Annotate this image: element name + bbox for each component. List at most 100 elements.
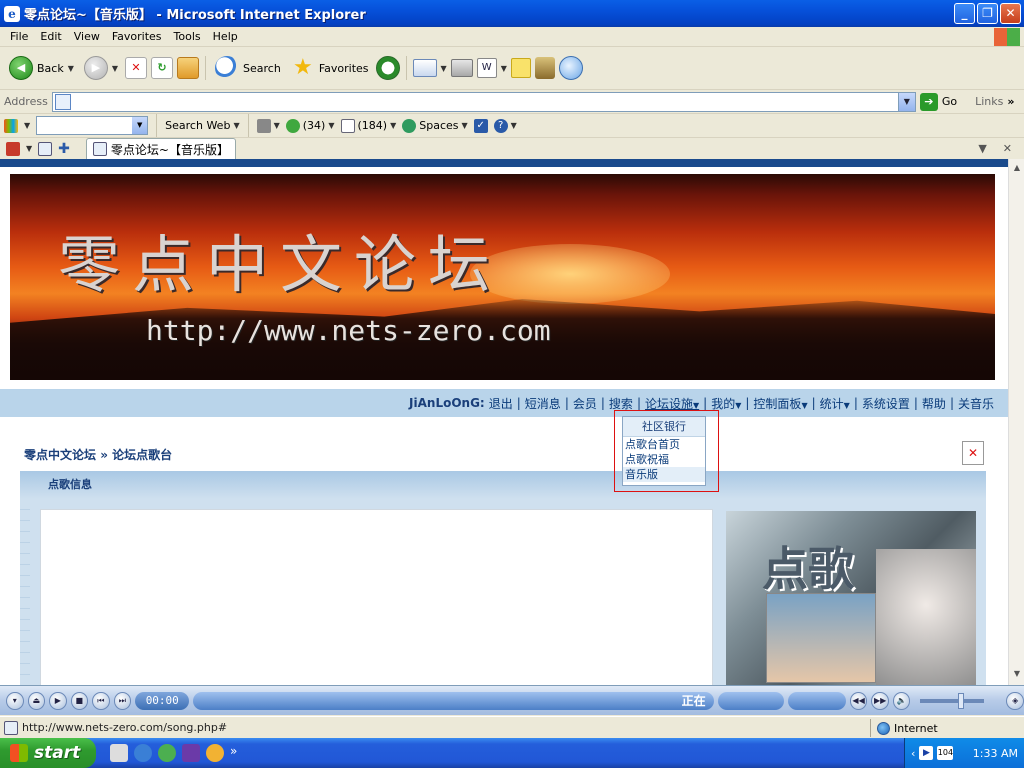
research-icon[interactable] bbox=[534, 57, 555, 79]
breadcrumb-home[interactable]: 零点中文论坛 bbox=[24, 448, 96, 462]
contacts-dropdown-icon[interactable]: ▼ bbox=[328, 121, 334, 130]
search-web-dropdown-icon[interactable]: ▼ bbox=[233, 121, 239, 130]
tab-list-dropdown-icon[interactable]: ▼ bbox=[978, 142, 986, 155]
eject-icon[interactable]: ⏏ bbox=[27, 691, 46, 710]
live-search-dropdown-icon[interactable]: ▼ bbox=[132, 117, 148, 134]
minimize-button[interactable]: _ bbox=[954, 3, 975, 24]
menu-favorites[interactable]: Favorites bbox=[106, 30, 168, 43]
tray-collapse-icon[interactable]: ‹ bbox=[911, 747, 915, 760]
menu-help[interactable]: Help bbox=[207, 30, 244, 43]
nav-logout[interactable]: 退出 bbox=[485, 395, 517, 412]
nav-control-panel[interactable]: 控制面板▼ bbox=[749, 395, 811, 412]
rewind-icon[interactable]: ◀◀ bbox=[849, 691, 868, 710]
quicklaunch-smiley-icon[interactable] bbox=[206, 744, 224, 762]
live-search-input[interactable]: ▼ bbox=[36, 116, 149, 135]
security-zone[interactable]: Internet bbox=[870, 719, 938, 737]
tab-active[interactable]: 零点论坛~【音乐版】 bbox=[85, 138, 236, 159]
nav-system-settings[interactable]: 系统设置 bbox=[858, 395, 914, 412]
next-icon[interactable]: ⏭ bbox=[113, 691, 132, 710]
menu-view[interactable]: View bbox=[68, 30, 106, 43]
vertical-scrollbar[interactable]: ▲ ▼ bbox=[1008, 159, 1024, 685]
restore-button[interactable]: ❐ bbox=[977, 3, 998, 24]
live-logo-icon[interactable] bbox=[4, 118, 18, 133]
add-tab-icon[interactable]: ✚ bbox=[58, 141, 70, 157]
nav-music-off[interactable]: 关音乐 bbox=[954, 395, 998, 412]
volume-knob[interactable] bbox=[958, 692, 965, 709]
quicklaunch-messenger-icon[interactable] bbox=[158, 744, 176, 762]
nav-username[interactable]: JiAnLoOnG: bbox=[409, 396, 485, 410]
mail-count-dropdown-icon[interactable]: ▼ bbox=[390, 121, 396, 130]
nav-facilities[interactable]: 论坛设施▼ bbox=[641, 395, 703, 412]
help-button[interactable]: ? ▼ bbox=[493, 118, 517, 133]
search-button[interactable]: Search bbox=[212, 51, 284, 85]
links-label[interactable]: Links bbox=[975, 95, 1003, 108]
favorites-button[interactable]: ★ Favorites bbox=[288, 51, 372, 85]
print-icon[interactable] bbox=[450, 59, 473, 77]
quicklaunch-ie-icon[interactable] bbox=[134, 744, 152, 762]
history-icon[interactable] bbox=[375, 56, 400, 80]
address-input[interactable]: ▼ bbox=[51, 91, 916, 112]
search-icon bbox=[215, 56, 240, 80]
nav-help[interactable]: 帮助 bbox=[918, 395, 950, 412]
home-icon[interactable] bbox=[177, 57, 200, 79]
refresh-icon[interactable]: ↻ bbox=[151, 57, 174, 79]
chevron-right-icon[interactable]: » bbox=[1007, 95, 1014, 108]
mail-count-button[interactable]: (184) ▼ bbox=[340, 118, 396, 133]
previous-icon[interactable]: ⏮ bbox=[92, 691, 110, 710]
spaces-button[interactable]: Spaces ▼ bbox=[402, 118, 468, 133]
close-panel-icon[interactable]: ✕ bbox=[962, 441, 984, 465]
forward-button[interactable]: ▶ ▼ bbox=[81, 51, 121, 85]
player-signal-pill[interactable] bbox=[787, 691, 846, 710]
start-button[interactable]: start bbox=[0, 738, 96, 768]
address-dropdown-icon[interactable]: ▼ bbox=[897, 92, 915, 111]
mail-icon[interactable] bbox=[412, 59, 437, 77]
contacts-button[interactable]: (34) ▼ bbox=[285, 118, 335, 133]
note-icon[interactable] bbox=[510, 58, 531, 78]
stop-icon[interactable]: ✕ bbox=[125, 57, 148, 79]
quick-tabs-icon[interactable] bbox=[38, 141, 53, 156]
fast-forward-icon[interactable]: ▶▶ bbox=[871, 691, 889, 710]
quicklaunch-app-icon[interactable] bbox=[182, 744, 200, 762]
nav-mine[interactable]: 我的▼ bbox=[707, 395, 745, 412]
messenger-icon[interactable] bbox=[558, 56, 583, 80]
edit-word-icon[interactable]: W bbox=[476, 58, 497, 78]
favorites-dropdown-icon[interactable]: ▼ bbox=[26, 144, 32, 153]
live-menu-dropdown-icon[interactable]: ▼ bbox=[24, 121, 30, 130]
help-dropdown-icon[interactable]: ▼ bbox=[511, 121, 517, 130]
seek-bar[interactable]: 正在 bbox=[193, 691, 714, 710]
scroll-down-icon[interactable]: ▼ bbox=[1011, 669, 1023, 681]
tray-number-icon[interactable]: 104 bbox=[937, 746, 954, 760]
back-dropdown-icon[interactable]: ▼ bbox=[68, 64, 74, 73]
play-icon[interactable]: ▶ bbox=[49, 691, 67, 710]
quicklaunch-more-icon[interactable]: » bbox=[230, 744, 237, 762]
checkbox-icon[interactable]: ✓ bbox=[473, 118, 488, 133]
nav-stats[interactable]: 统计▼ bbox=[816, 395, 854, 412]
player-options-icon[interactable]: ◈ bbox=[1006, 691, 1024, 710]
menu-file[interactable]: File bbox=[4, 30, 34, 43]
breadcrumb-current[interactable]: 论坛点歌台 bbox=[112, 448, 172, 462]
forward-dropdown-icon[interactable]: ▼ bbox=[112, 64, 118, 73]
go-button[interactable]: ➔ Go bbox=[919, 92, 957, 111]
quicklaunch-show-desktop-icon[interactable] bbox=[110, 744, 128, 762]
player-menu-icon[interactable]: ▾ bbox=[6, 691, 24, 710]
feeds-button[interactable]: ▼ bbox=[256, 118, 280, 133]
favorites-center-icon[interactable] bbox=[6, 141, 20, 156]
mute-icon[interactable]: 🔈 bbox=[892, 691, 911, 710]
menu-edit[interactable]: Edit bbox=[34, 30, 67, 43]
spaces-dropdown-icon[interactable]: ▼ bbox=[462, 121, 468, 130]
menu-tools[interactable]: Tools bbox=[168, 30, 207, 43]
stop-playback-icon[interactable]: ■ bbox=[70, 691, 89, 710]
edit-dropdown-icon[interactable]: ▼ bbox=[501, 64, 507, 73]
nav-members[interactable]: 会员 bbox=[569, 395, 601, 412]
volume-slider[interactable] bbox=[920, 692, 985, 709]
nav-search[interactable]: 搜索 bbox=[605, 395, 637, 412]
nav-messages[interactable]: 短消息 bbox=[521, 395, 565, 412]
back-button[interactable]: ◀ Back ▼ bbox=[6, 51, 77, 85]
close-button[interactable]: ✕ bbox=[1000, 3, 1021, 24]
search-web-button[interactable]: Search Web ▼ bbox=[165, 119, 239, 132]
feeds-dropdown-icon[interactable]: ▼ bbox=[274, 121, 280, 130]
close-tab-icon[interactable]: ✕ bbox=[1003, 142, 1012, 155]
mail-dropdown-icon[interactable]: ▼ bbox=[441, 64, 447, 73]
scroll-up-icon[interactable]: ▲ bbox=[1011, 163, 1023, 175]
tray-media-icon[interactable]: ▶ bbox=[919, 746, 934, 760]
